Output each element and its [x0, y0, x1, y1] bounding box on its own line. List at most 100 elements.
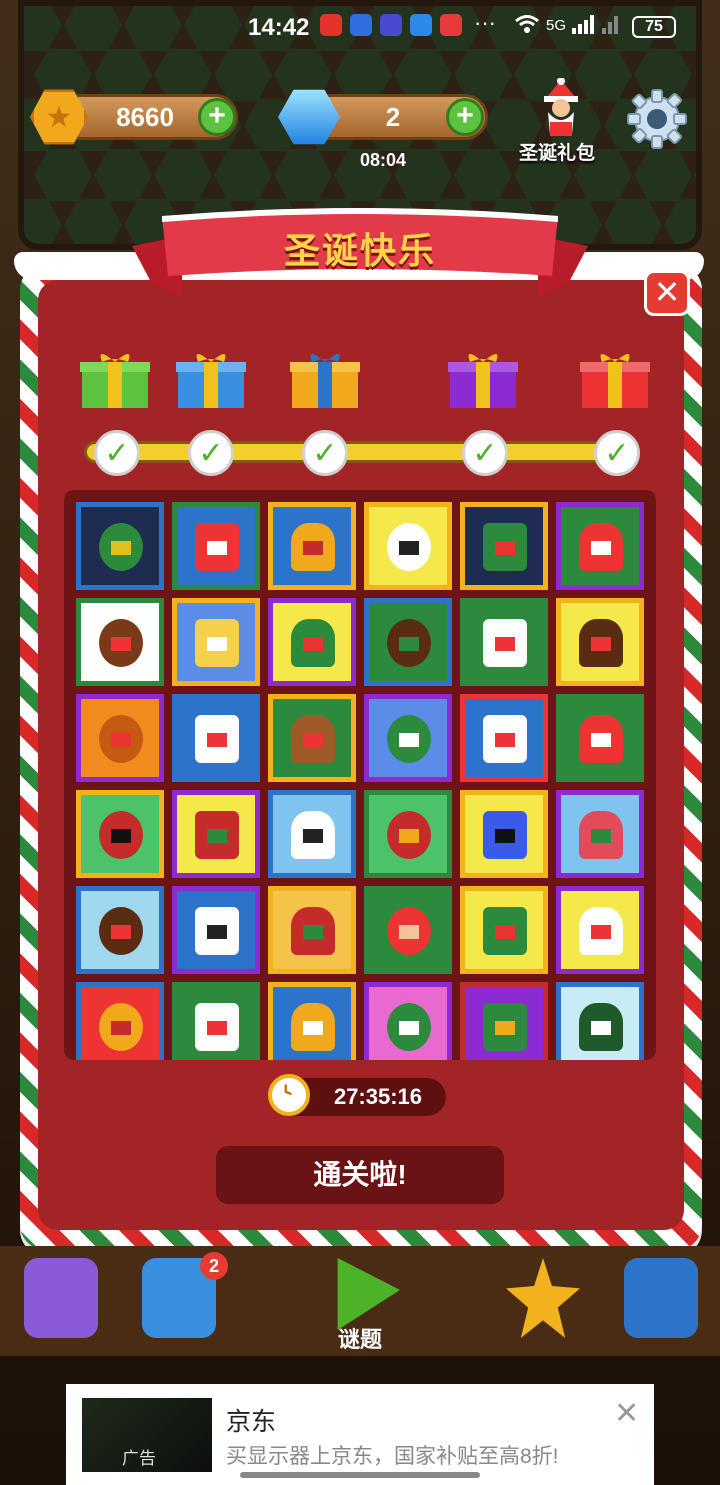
tile-art-accent	[399, 829, 419, 843]
tile-art-accent	[303, 637, 323, 651]
puzzle-tile-snowman-santa-hat[interactable]	[460, 694, 548, 782]
gift-reward-5-icon[interactable]	[576, 346, 654, 412]
tile-art-accent	[399, 733, 419, 747]
gem-amount: 2	[385, 102, 401, 132]
add-coins-button[interactable]: +	[198, 98, 236, 136]
puzzle-tile-gift-box-ribbon[interactable]	[364, 790, 452, 878]
puzzle-tile-pink-tree[interactable]	[364, 982, 452, 1060]
puzzle-tile-christmas-tree[interactable]	[460, 502, 548, 590]
puzzle-tile-cat-face[interactable]	[268, 790, 356, 878]
close-dialog-button[interactable]: ✕	[644, 270, 690, 316]
all-cleared-button[interactable]: 通关啦!	[216, 1146, 504, 1204]
nav-puzzle-label[interactable]: 谜题	[318, 1322, 402, 1354]
milestone-4-check-icon: ✓	[462, 430, 508, 476]
puzzle-tile-green-tree-blocks[interactable]	[76, 502, 164, 590]
tile-art-accent	[207, 829, 227, 843]
puzzle-tile-reindeer-sitting[interactable]	[268, 694, 356, 782]
puzzle-tile-tomato[interactable]	[268, 886, 356, 974]
tile-art-accent	[591, 925, 611, 939]
download-icon	[350, 14, 372, 36]
tile-art-accent	[495, 829, 515, 843]
santa-gift-icon[interactable]	[536, 78, 586, 136]
puzzle-tile-candy-cane-yellow[interactable]	[556, 886, 644, 974]
puzzle-tile-wreath-bear[interactable]	[76, 598, 164, 686]
puzzle-tile-rudolph-face[interactable]	[76, 694, 164, 782]
puzzle-tile-snowman-scarf[interactable]	[172, 694, 260, 782]
puzzle-tile-reindeer-silhouette[interactable]	[364, 598, 452, 686]
ad-close-icon[interactable]: ✕	[614, 1396, 639, 1431]
ad-title[interactable]: 京东	[226, 1402, 276, 1438]
tile-art-accent	[207, 1021, 227, 1035]
tile-art-accent	[399, 925, 419, 939]
puzzle-tile-santa-face[interactable]	[172, 502, 260, 590]
battery-icon: 75	[632, 16, 676, 38]
puzzle-tile-gift-box-gold[interactable]	[76, 982, 164, 1060]
clock-icon	[268, 1074, 310, 1116]
cell-signal-icon	[572, 15, 619, 34]
tile-art-accent	[303, 541, 323, 555]
tile-art-accent	[111, 637, 131, 651]
app-icon	[380, 14, 402, 36]
ad-description[interactable]: 买显示器上京东，国家补贴至高8折!	[226, 1440, 559, 1470]
puzzle-tile-elf-boy[interactable]	[364, 886, 452, 974]
gift-reward-3-icon[interactable]	[286, 346, 364, 412]
signal-area: 5G	[514, 12, 622, 34]
puzzle-tile-snowman-red-hat[interactable]	[172, 982, 260, 1060]
puzzle-tile-winter-branch[interactable]	[76, 886, 164, 974]
tile-art-accent	[591, 829, 611, 843]
milestone-1-check-icon: ✓	[94, 430, 140, 476]
nav-notification-badge: 2	[200, 1252, 228, 1280]
puzzle-tile-stocking[interactable]	[172, 790, 260, 878]
santa-gift-label[interactable]: 圣诞礼包	[508, 138, 606, 165]
ad-tag: 广告	[122, 1449, 156, 1468]
nav-shop-icon[interactable]	[24, 1258, 98, 1338]
home-indicator[interactable]	[240, 1472, 480, 1478]
tile-art-accent	[207, 637, 227, 651]
status-app-icons	[320, 14, 462, 36]
puzzle-tile-santa-hat[interactable]	[556, 502, 644, 590]
settings-gear-icon[interactable]	[626, 88, 688, 150]
puzzle-tile-bird-branch[interactable]	[268, 982, 356, 1060]
puzzle-tile-snowman-top-hat[interactable]	[364, 502, 452, 590]
puzzle-tile-butterfly[interactable]	[460, 790, 548, 878]
tile-art-accent	[303, 829, 323, 843]
tile-art-accent	[111, 733, 131, 747]
tile-art-accent	[207, 925, 227, 939]
tile-art-accent	[207, 733, 227, 747]
tile-art-accent	[495, 637, 515, 651]
add-gems-button[interactable]: +	[446, 98, 484, 136]
tile-art-accent	[495, 733, 515, 747]
puzzle-tile-pine-corner[interactable]	[556, 982, 644, 1060]
tile-art-accent	[495, 541, 515, 555]
wifi-icon	[515, 15, 539, 33]
gift-reward-2-icon[interactable]	[172, 346, 250, 412]
puzzle-tile-holly-leaves[interactable]	[460, 886, 548, 974]
puzzle-tile-reindeer-head[interactable]	[556, 598, 644, 686]
network-type: 5G	[546, 17, 567, 34]
puzzle-tile-yellow-wreath[interactable]	[268, 598, 356, 686]
puzzle-tile-candy-cane[interactable]	[460, 598, 548, 686]
tile-art-accent	[495, 1021, 515, 1035]
puzzle-tile-tree-star[interactable]	[460, 982, 548, 1060]
dialog-title: 圣诞快乐	[283, 230, 436, 271]
coin-amount: 8660	[116, 102, 174, 132]
tile-art-accent	[591, 637, 611, 651]
milestone-5-check-icon: ✓	[594, 430, 640, 476]
puzzle-tile-red-bow[interactable]	[76, 790, 164, 878]
tile-art-accent	[207, 541, 227, 555]
gift-reward-1-icon[interactable]	[76, 346, 154, 412]
gift-reward-4-icon[interactable]	[444, 346, 522, 412]
message-icon	[410, 14, 432, 36]
ad-banner[interactable]: 广告 京东 买显示器上京东，国家补贴至高8折! ✕	[66, 1384, 654, 1485]
puzzle-tile-yellow-ornament[interactable]	[172, 598, 260, 686]
tile-art-accent	[399, 637, 419, 651]
event-timer-text: 27:35:16	[333, 1084, 423, 1109]
puzzle-tile-snowy-trees[interactable]	[364, 694, 452, 782]
tile-art-accent	[591, 733, 611, 747]
puzzle-tile-golden-bell[interactable]	[268, 502, 356, 590]
puzzle-tile-snowman-blue[interactable]	[172, 886, 260, 974]
puzzle-tile-red-hat[interactable]	[556, 694, 644, 782]
puzzle-tile-strawberry[interactable]	[556, 790, 644, 878]
nav-book-icon[interactable]	[624, 1258, 698, 1338]
puzzle-grid	[64, 490, 656, 1060]
